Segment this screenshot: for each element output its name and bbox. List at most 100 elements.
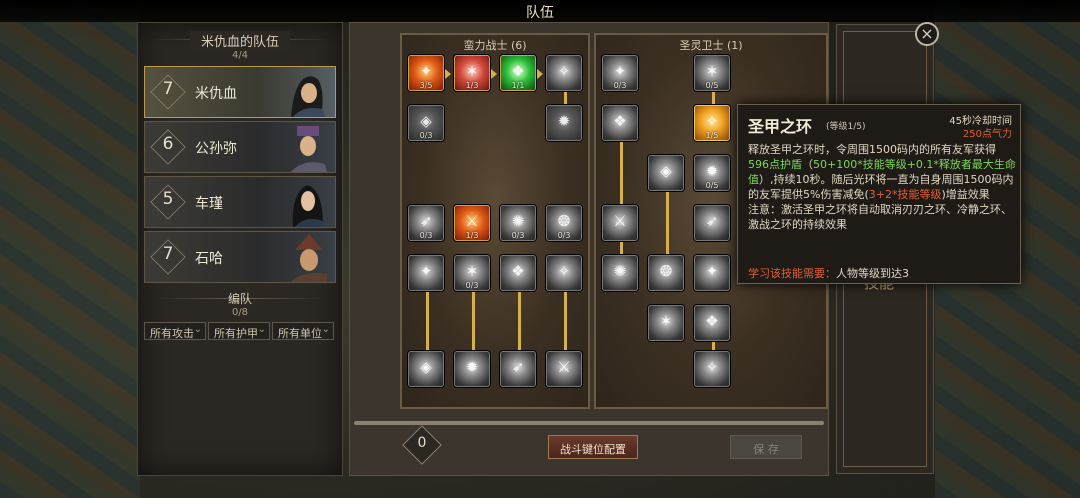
skill-connector (472, 291, 475, 351)
skill-node-b7[interactable]: ➶ 0/3 (408, 205, 444, 241)
skill-connector (620, 141, 623, 205)
skill-node-s12[interactable]: ✶ (648, 305, 684, 341)
skill-node-b12[interactable]: ✶ 0/3 (454, 255, 490, 291)
skill-node-b13[interactable]: ❖ (500, 255, 536, 291)
attack-filter-value: 所有攻击 (150, 327, 194, 340)
skill-rank: 1/5 (705, 131, 719, 140)
team-count: 4/4 (231, 50, 249, 61)
chevron-down-icon: ⌄ (193, 324, 202, 335)
skill-rank: 0/3 (419, 231, 433, 240)
skill-rank: 1/1 (511, 81, 525, 90)
skill-node-b2[interactable]: ✶ 1/3 (454, 55, 490, 91)
skill-rank: 3/5 (419, 81, 433, 90)
portrait-avatar (291, 234, 327, 282)
skill-icon: ✺ (511, 212, 525, 230)
skill-icon: ✦ (613, 62, 627, 80)
skill-node-s9[interactable]: ✺ (602, 255, 638, 291)
skill-node-s8[interactable]: ⚔ (602, 205, 638, 241)
skill-node-s13[interactable]: ❖ (694, 305, 730, 341)
requirement-value: 人物等级到达3 (836, 267, 909, 280)
skill-node-s2[interactable]: ✶ 0/5 (694, 55, 730, 91)
skill-icon: ⚔ (465, 212, 479, 230)
skill-icon: ❂ (557, 212, 571, 230)
member-level: 6 (162, 134, 174, 154)
skill-tooltip: 圣甲之环 (等级1/5) 45秒冷却时间 250点气力 释放圣甲之环时，令周围1… (737, 104, 1021, 284)
skill-icon: ➶ (419, 212, 433, 230)
close-button[interactable]: × (915, 22, 939, 46)
desc-shield-value: 596点护盾 (748, 158, 802, 171)
skill-icon: ✦ (419, 62, 433, 80)
window-title: 队伍 (526, 5, 554, 21)
skill-node-b11[interactable]: ✦ (408, 255, 444, 291)
skill-node-b16[interactable]: ✹ (454, 351, 490, 387)
member-name: 米仇血 (195, 86, 237, 102)
member-level: 7 (162, 244, 174, 264)
skill-icon: ✶ (659, 312, 673, 330)
skill-icon: ➶ (511, 358, 525, 376)
tooltip-cost: 250点气力 (962, 129, 1012, 140)
tree-title: 蛮力战士 (6) (463, 39, 527, 52)
skill-node-s14[interactable]: ✧ (694, 351, 730, 387)
skill-node-b5[interactable]: ◈ 0/3 (408, 105, 444, 141)
chevron-down-icon: ⌄ (257, 324, 266, 335)
skill-node-b3[interactable]: ❖ 1/1 (500, 55, 536, 91)
skill-node-b1[interactable]: ✦ 3/5 (408, 55, 444, 91)
portrait-avatar (292, 185, 323, 227)
skill-node-b10[interactable]: ❂ 0/3 (546, 205, 582, 241)
member-card-2[interactable]: 6 公孙弥 (144, 121, 336, 173)
skill-icon: ➶ (705, 212, 719, 230)
attack-filter-dropdown[interactable]: 所有攻击 ⌄ (144, 322, 206, 340)
skill-icon: ◈ (660, 162, 672, 180)
skill-node-b17[interactable]: ➶ (500, 351, 536, 387)
skill-node-s3[interactable]: ❖ (602, 105, 638, 141)
skill-connector (564, 91, 567, 105)
save-button[interactable]: 保 存 (730, 435, 802, 459)
tree-title: 圣灵卫士 (1) (679, 39, 743, 52)
scroll-bar[interactable] (354, 421, 824, 425)
skill-tree-berserker: 蛮力战士 (6) ✦ 3/5 ✶ 1/3 ❖ 1/1 ✧ ◈ 0/3 ✹ ➶ 0/3 ⚔ 1/3 ✺ 0/3 ❂… (400, 33, 590, 409)
skill-icon: ✶ (465, 62, 479, 80)
skill-icon: ✧ (557, 262, 571, 280)
skill-node-b15[interactable]: ◈ (408, 351, 444, 387)
desc-text: )增益效果 (941, 188, 990, 201)
skill-icon: ✦ (705, 262, 719, 280)
skill-node-s5[interactable]: ◈ (648, 155, 684, 191)
skill-node-s1[interactable]: ✦ 0/3 (602, 55, 638, 91)
skill-node-b18[interactable]: ⚔ (546, 351, 582, 387)
skill-node-b9[interactable]: ✺ 0/3 (500, 205, 536, 241)
world-map-left (0, 0, 140, 498)
skill-icon: ✹ (465, 358, 479, 376)
skill-node-s7[interactable]: ➶ (694, 205, 730, 241)
skill-connector (426, 291, 429, 351)
skill-icon: ❖ (705, 312, 719, 330)
skill-icon: ❖ (511, 62, 525, 80)
skill-node-s10[interactable]: ❂ (648, 255, 684, 291)
skill-node-b6[interactable]: ✹ (546, 105, 582, 141)
skill-node-b4[interactable]: ✧ (546, 55, 582, 91)
skill-icon: ⚔ (557, 358, 571, 376)
skill-rank: 0/3 (557, 231, 571, 240)
skill-node-s6[interactable]: ✹ 0/5 (694, 155, 730, 191)
unit-filter-dropdown[interactable]: 所有单位 ⌄ (272, 322, 334, 340)
member-card-4[interactable]: 7 石哈 (144, 231, 336, 283)
formation-count: 0/8 (231, 307, 249, 318)
formation-label: 编队 (227, 292, 252, 306)
tooltip-level: (等级1/5) (826, 122, 866, 132)
skill-node-b8[interactable]: ⚔ 1/3 (454, 205, 490, 241)
skill-node-s11[interactable]: ✦ (694, 255, 730, 291)
skill-connector (712, 91, 715, 105)
skill-rank: 0/3 (511, 231, 525, 240)
skill-icon: ◈ (420, 112, 432, 130)
member-card-3[interactable]: 5 车瑾 (144, 176, 336, 228)
skill-rank: 1/3 (465, 81, 479, 90)
skill-rank: 0/3 (419, 131, 433, 140)
armor-filter-dropdown[interactable]: 所有护甲 ⌄ (208, 322, 270, 340)
chevron-down-icon: ⌄ (321, 324, 330, 335)
skill-node-s4[interactable]: ✧ 1/5 (694, 105, 730, 141)
skill-icon: ◈ (420, 358, 432, 376)
team-header: 米仇血的队伍 (190, 31, 290, 50)
battle-keybind-button[interactable]: 战斗键位配置 (548, 435, 638, 459)
skill-node-b14[interactable]: ✧ (546, 255, 582, 291)
skill-icon: ✹ (705, 162, 719, 180)
member-card-1[interactable]: 7 米仇血 (144, 66, 336, 118)
